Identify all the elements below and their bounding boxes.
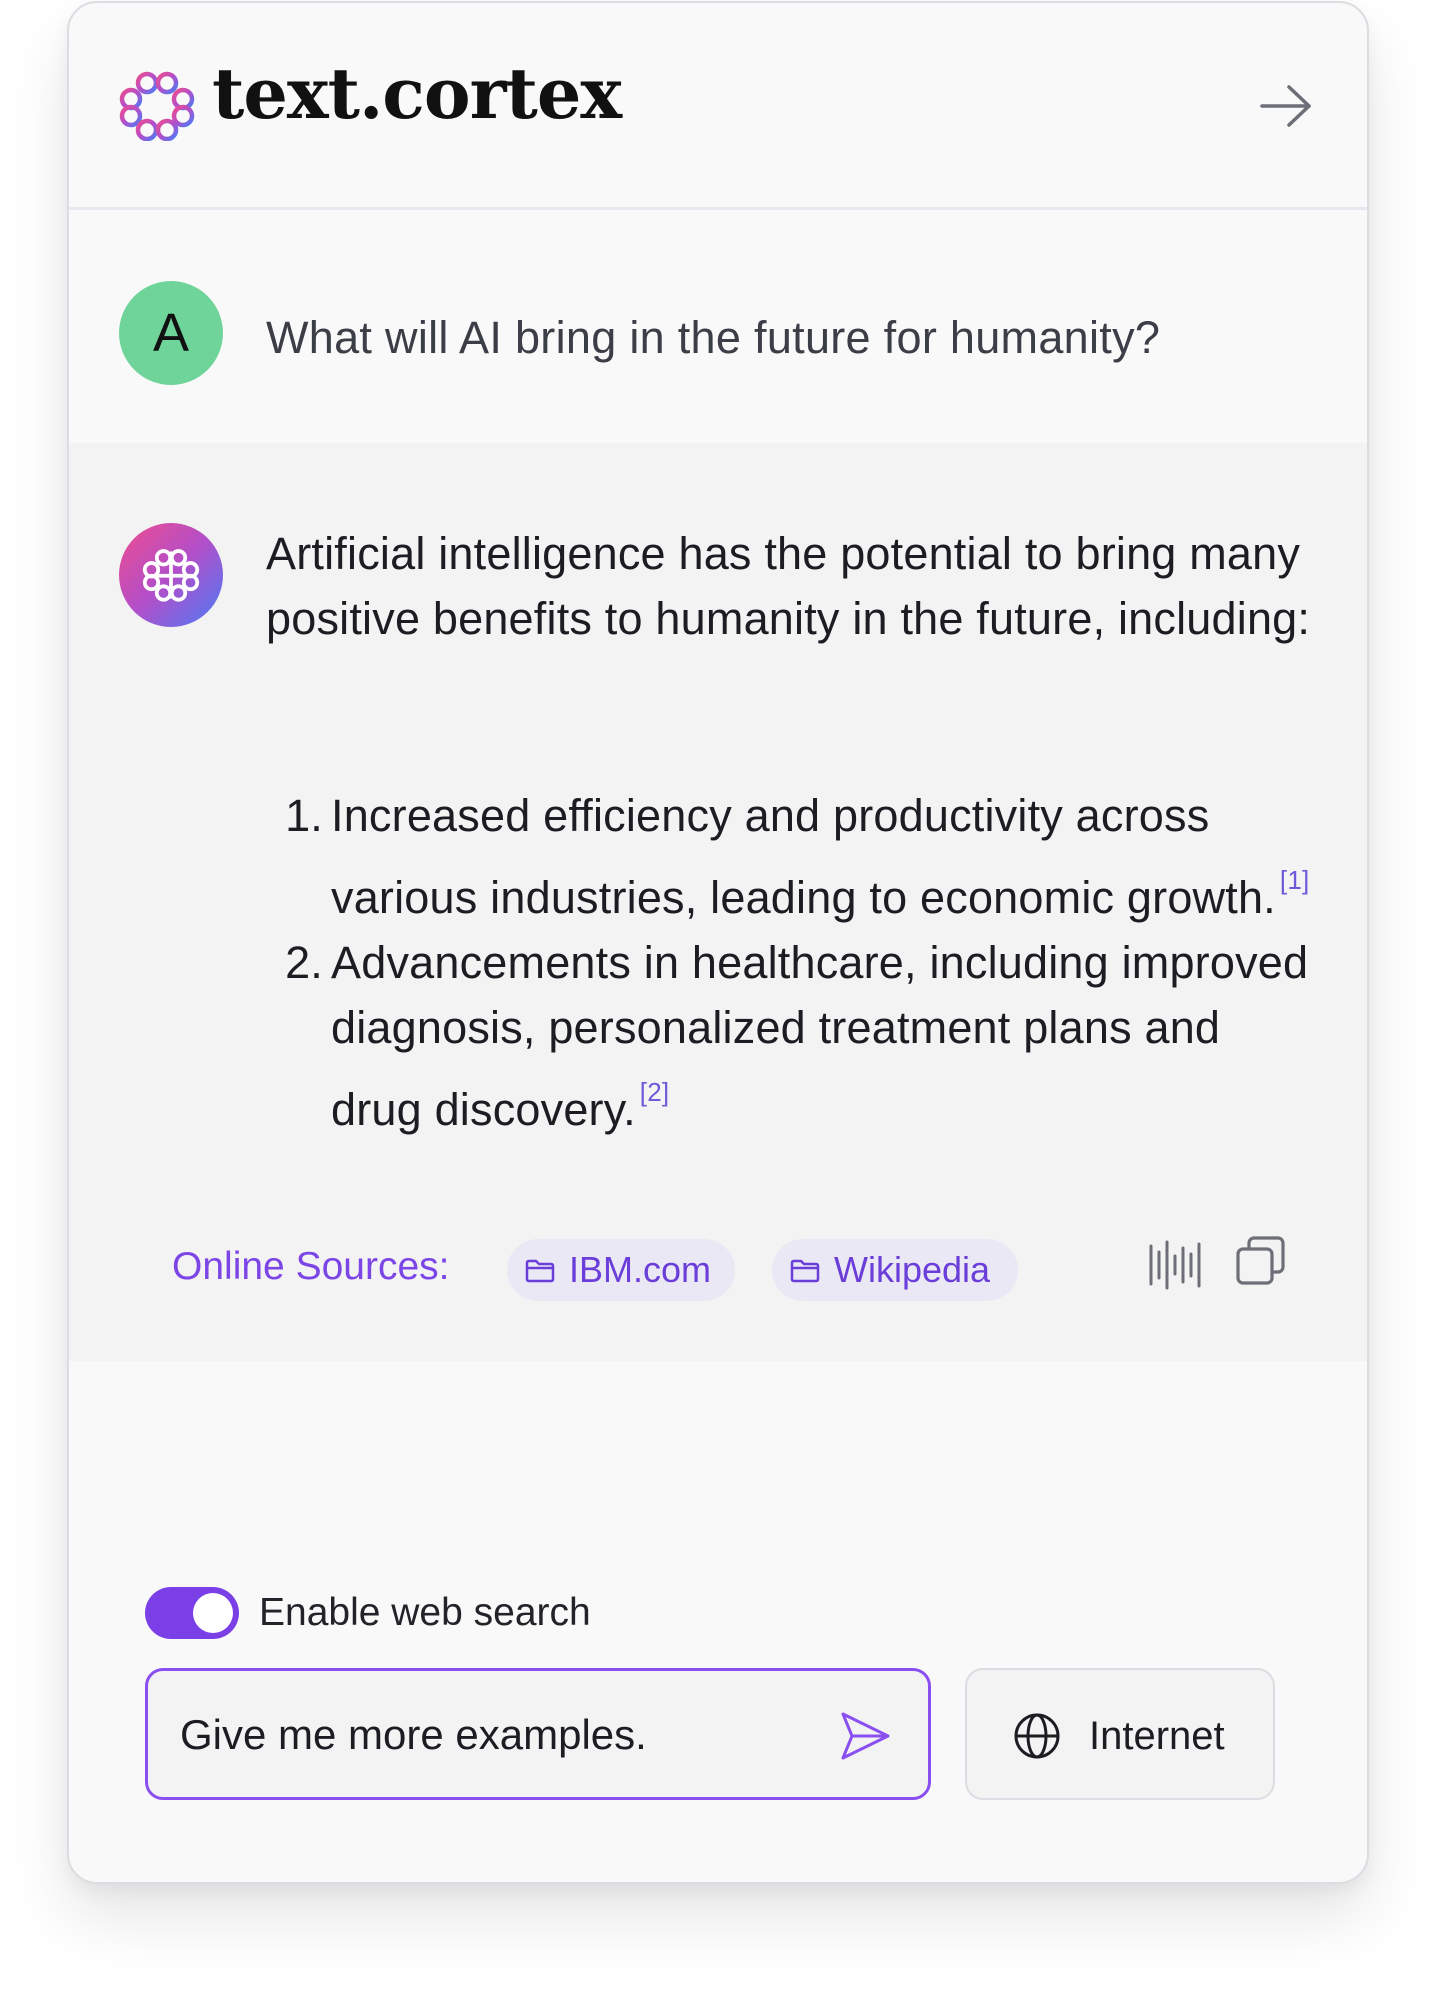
send-icon[interactable] (838, 1709, 892, 1763)
source-chip-ibm[interactable]: IBM.com (507, 1239, 735, 1301)
list-item-number: 2. (285, 937, 323, 988)
list-item-text: Advancements in healthcare, including im… (331, 937, 1309, 1135)
prompt-input[interactable] (180, 1705, 790, 1765)
user-message: A What will AI bring in the future for h… (69, 210, 1367, 443)
ai-message-intro: Artificial intelligence has the potentia… (266, 528, 1311, 644)
copy-icon[interactable] (1235, 1235, 1287, 1287)
audio-waveform-icon[interactable] (1147, 1240, 1205, 1290)
panel-header: text.cortex (69, 3, 1367, 210)
user-message-text: What will AI bring in the future for hum… (266, 312, 1161, 363)
source-chip-wikipedia[interactable]: Wikipedia (772, 1239, 1018, 1301)
list-item-number: 1. (285, 790, 323, 841)
citation-link[interactable]: [2] (640, 1077, 670, 1107)
brain-logo-icon (119, 71, 195, 141)
citation-link[interactable]: [1] (1280, 865, 1310, 895)
arrow-right-icon[interactable] (1259, 83, 1313, 129)
online-sources-label: Online Sources: (172, 1245, 450, 1288)
list-item: 1. Increased efficiency and productivity … (285, 783, 1311, 930)
source-chip-label: IBM.com (569, 1249, 712, 1290)
list-item-text: Increased efficiency and productivity ac… (331, 790, 1276, 923)
web-search-toggle[interactable] (145, 1587, 239, 1639)
prompt-box (145, 1668, 931, 1800)
ai-avatar (119, 523, 223, 627)
ai-message: Artificial intelligence has the potentia… (69, 443, 1367, 1361)
chat-panel: text.cortex A What will AI bring in the … (67, 1, 1369, 1884)
globe-icon (1014, 1713, 1060, 1759)
brand-name: text.cortex (212, 52, 622, 135)
benefits-list: 1. Increased efficiency and productivity … (285, 783, 1311, 1142)
source-chip-label: Wikipedia (834, 1249, 991, 1290)
folder-icon (525, 1259, 555, 1283)
brain-icon (142, 549, 200, 602)
internet-button-label: Internet (1089, 1714, 1225, 1758)
list-item: 2. Advancements in healthcare, including … (285, 930, 1311, 1142)
user-avatar: A (119, 281, 223, 385)
folder-icon (790, 1259, 820, 1283)
toggle-knob (193, 1593, 233, 1633)
web-search-label: Enable web search (259, 1591, 591, 1634)
internet-button[interactable]: Internet (965, 1668, 1275, 1800)
